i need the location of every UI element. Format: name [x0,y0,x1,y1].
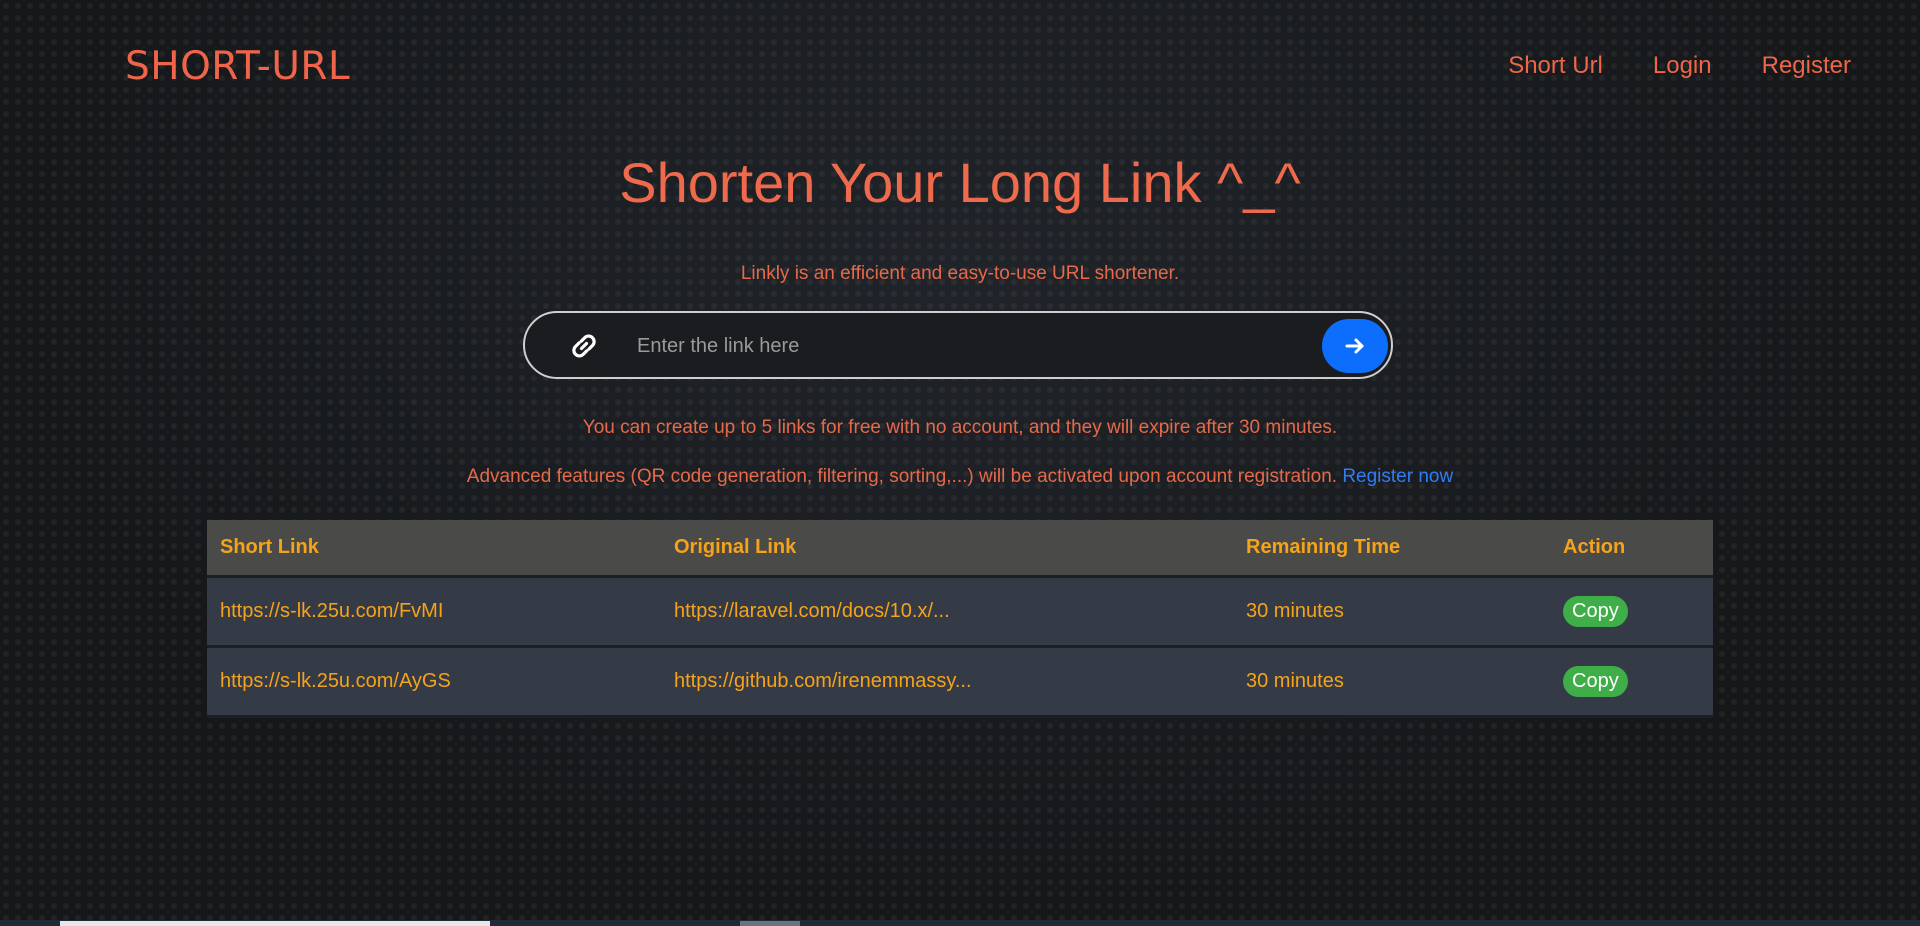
main-nav: Short Url Login Register [1508,52,1851,80]
column-header-short-link: Short Link [207,520,661,578]
register-now-link[interactable]: Register now [1342,466,1453,487]
arrow-right-icon [1345,338,1364,354]
short-link-cell: https://s-lk.25u.com/AyGS [207,648,661,718]
advanced-features-note: Advanced features (QR code generation, f… [0,466,1920,488]
remaining-time-cell: 30 minutes [1233,648,1550,718]
scrollbar-segment [740,921,800,926]
column-header-original-link: Original Link [661,520,1233,578]
short-link-cell: https://s-lk.25u.com/FvMI [207,578,661,648]
column-header-action: Action [1550,520,1713,578]
table-row: https://s-lk.25u.com/AyGS https://github… [207,648,1713,718]
nav-login[interactable]: Login [1653,52,1712,80]
table-row: https://s-lk.25u.com/FvMI https://larave… [207,578,1713,648]
original-link-cell: https://laravel.com/docs/10.x/... [661,578,1233,648]
table-header-row: Short Link Original Link Remaining Time … [207,520,1713,578]
action-cell: Copy [1550,578,1713,648]
nav-register[interactable]: Register [1762,52,1851,80]
header: SHORT-URL Short Url Login Register [0,0,1920,120]
links-table: Short Link Original Link Remaining Time … [207,520,1713,718]
shorten-submit-button[interactable] [1322,319,1388,373]
link-icon [567,329,601,363]
bottom-scrollbar[interactable] [0,920,1920,926]
original-link-cell: https://github.com/irenemmassy... [661,648,1233,718]
column-header-remaining-time: Remaining Time [1233,520,1550,578]
page-subtitle: Linkly is an efficient and easy-to-use U… [740,263,1180,284]
site-logo[interactable]: SHORT-URL [125,44,350,89]
nav-short-url[interactable]: Short Url [1508,52,1603,80]
remaining-time-cell: 30 minutes [1233,578,1550,648]
page-title: Shorten Your Long Link ^_^ [619,151,1301,214]
url-search-bar [523,311,1393,379]
copy-button[interactable]: Copy [1563,666,1628,697]
copy-button[interactable]: Copy [1563,596,1628,627]
free-limit-note: You can create up to 5 links for free wi… [582,417,1338,438]
scrollbar-thumb[interactable] [60,921,490,926]
advanced-features-text: Advanced features (QR code generation, f… [466,466,1338,487]
action-cell: Copy [1550,648,1713,718]
url-input[interactable] [635,325,1279,367]
